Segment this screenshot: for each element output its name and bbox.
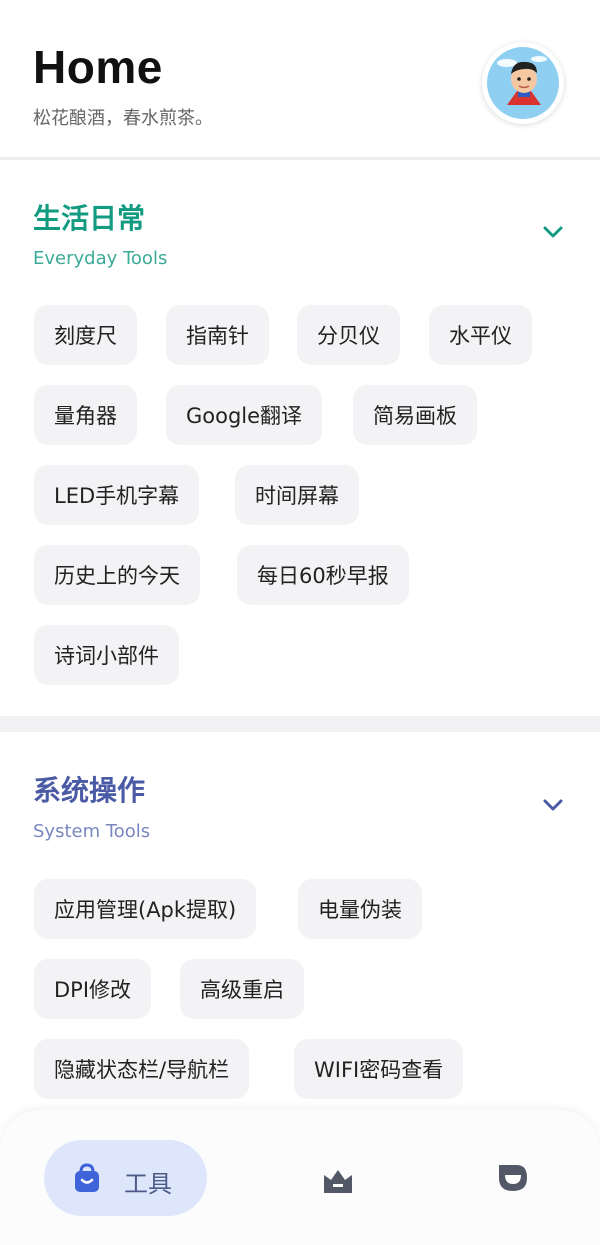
section-subtitle: System Tools — [33, 821, 151, 842]
tool-today-in-history[interactable]: 历史上的今天 — [34, 545, 200, 605]
tool-time-screen[interactable]: 时间屏幕 — [235, 465, 359, 525]
bottom-nav: 工具 — [0, 1110, 600, 1245]
header: Home 松花酿酒，春水煎茶。 — [0, 0, 600, 158]
chevron-down-icon[interactable] — [541, 220, 565, 244]
chevron-down-icon[interactable] — [541, 793, 565, 817]
tool-led-subtitle[interactable]: LED手机字幕 — [34, 465, 200, 525]
tool-protractor[interactable]: 量角器 — [34, 385, 137, 445]
page-title: Home — [33, 41, 163, 93]
nav-item-label: 工具 — [124, 1170, 172, 1198]
face-icon[interactable] — [496, 1161, 530, 1195]
nav-item-tools[interactable]: 工具 — [44, 1140, 207, 1216]
section-title: 生活日常 — [33, 202, 146, 235]
tool-decibel-meter[interactable]: 分贝仪 — [297, 305, 400, 365]
tool-dpi-modify[interactable]: DPI修改 — [34, 959, 152, 1019]
tool-level[interactable]: 水平仪 — [429, 305, 532, 365]
tool-hide-bars[interactable]: 隐藏状态栏/导航栏 — [34, 1039, 250, 1099]
tool-sketchpad[interactable]: 简易画板 — [353, 385, 477, 445]
tool-compass[interactable]: 指南针 — [166, 305, 269, 365]
crown-icon[interactable] — [321, 1163, 355, 1197]
section-separator — [0, 716, 600, 732]
tool-app-manager[interactable]: 应用管理(Apk提取) — [34, 879, 257, 939]
section-title: 系统操作 — [33, 774, 146, 807]
section-system-tools: 系统操作 System Tools 应用管理(Apk提取) 电量伪装 DPI修改… — [0, 732, 600, 1110]
avatar-image — [487, 47, 559, 119]
tool-poetry-widget[interactable]: 诗词小部件 — [34, 625, 179, 685]
tool-battery-spoof[interactable]: 电量伪装 — [298, 879, 422, 939]
section-subtitle: Everyday Tools — [33, 248, 168, 269]
bag-icon — [75, 1163, 99, 1192]
page-subtitle: 松花酿酒，春水煎茶。 — [33, 108, 213, 129]
tool-google-translate[interactable]: Google翻译 — [166, 385, 323, 445]
avatar[interactable] — [482, 42, 564, 124]
tool-wifi-password[interactable]: WIFI密码查看 — [294, 1039, 464, 1099]
tool-advanced-reboot[interactable]: 高级重启 — [180, 959, 304, 1019]
tool-ruler[interactable]: 刻度尺 — [34, 305, 137, 365]
tool-60s-news[interactable]: 每日60秒早报 — [237, 545, 409, 605]
section-everyday-tools: 生活日常 Everyday Tools 刻度尺 指南针 分贝仪 水平仪 量角器 … — [0, 160, 600, 716]
